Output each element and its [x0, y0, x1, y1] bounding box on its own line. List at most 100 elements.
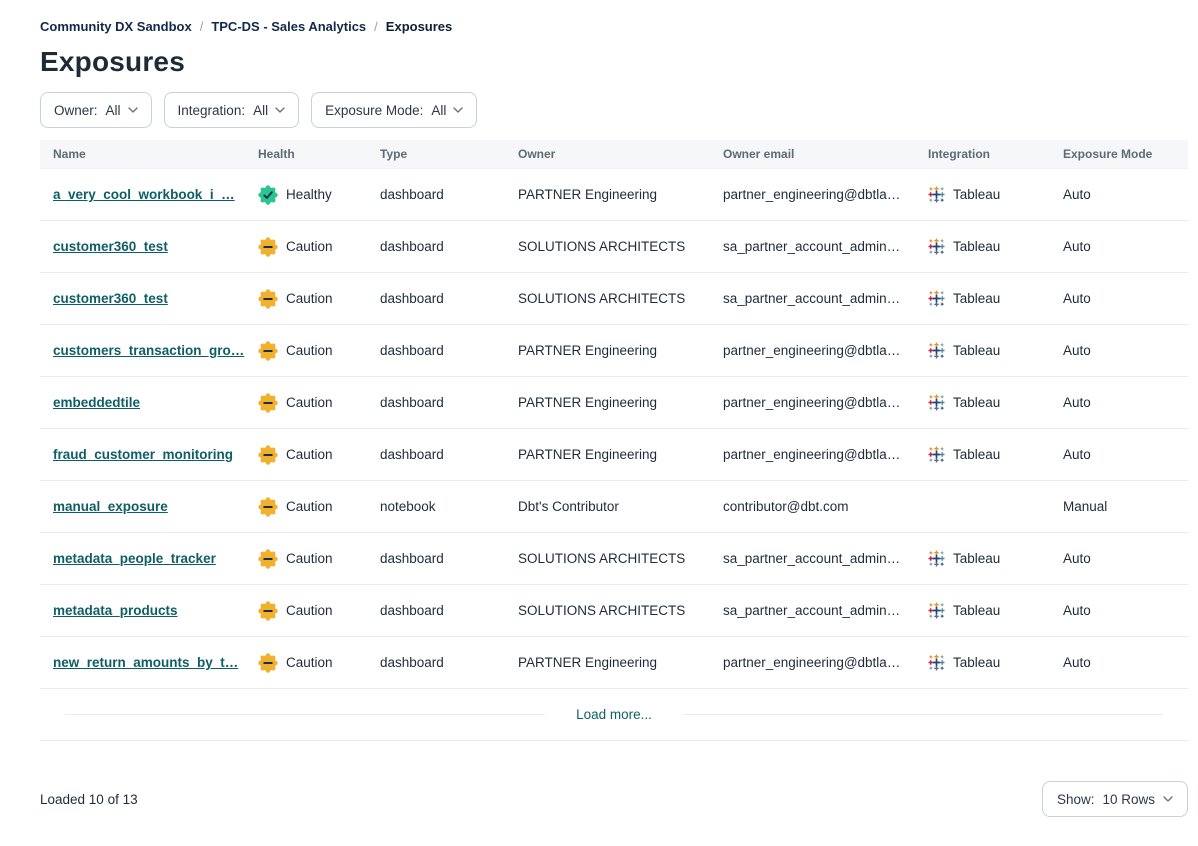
table-footer: Loaded 10 of 13 Show: 10 Rows	[40, 781, 1188, 817]
health-cell: Caution	[245, 549, 367, 569]
exposure-mode-cell: Auto	[1050, 187, 1188, 202]
show-rows-dropdown[interactable]: Show: 10 Rows	[1042, 781, 1188, 817]
column-header-exposure-mode: Exposure Mode	[1050, 147, 1188, 161]
health-cell: Caution	[245, 445, 367, 465]
health-status-label: Caution	[286, 239, 333, 254]
breadcrumb-separator: /	[200, 19, 204, 34]
owner-email-cell: partner_engineering@dbtla…	[710, 395, 915, 410]
integration-label: Tableau	[953, 239, 1000, 254]
exposure-name-link[interactable]: customers_transaction_gro…	[53, 343, 244, 358]
name-cell: fraud_customer_monitoring	[40, 447, 245, 462]
breadcrumb-environment[interactable]: TPC-DS - Sales Analytics	[211, 19, 366, 34]
tableau-icon	[928, 342, 945, 359]
integration-label: Tableau	[953, 447, 1000, 462]
caution-icon	[258, 393, 278, 413]
exposure-name-link[interactable]: new_return_amounts_by_t…	[53, 655, 238, 670]
table-row: metadata_products Caution dashboar	[40, 585, 1188, 637]
integration-cell: Tableau	[915, 290, 1050, 307]
exposure-mode-cell: Auto	[1050, 291, 1188, 306]
health-cell: Caution	[245, 237, 367, 257]
divider	[683, 714, 1163, 715]
exposure-name-link[interactable]: customer360_test	[53, 291, 168, 306]
integration-filter-dropdown[interactable]: Integration: All	[164, 92, 300, 128]
exposure-name-link[interactable]: metadata_products	[53, 603, 178, 618]
table-row: customer360_test Caution dashboard	[40, 273, 1188, 325]
exposure-name-link[interactable]: embeddedtile	[53, 395, 140, 410]
integration-cell: Tableau	[915, 394, 1050, 411]
health-status-label: Caution	[286, 655, 333, 670]
healthy-icon	[258, 185, 278, 205]
name-cell: customers_transaction_gro…	[40, 343, 245, 358]
exposure-name-link[interactable]: customer360_test	[53, 239, 168, 254]
owner-cell: PARTNER Engineering	[505, 395, 710, 410]
breadcrumb-project[interactable]: Community DX Sandbox	[40, 19, 192, 34]
name-cell: metadata_people_tracker	[40, 551, 245, 566]
health-status-label: Caution	[286, 395, 333, 410]
health-status-label: Caution	[286, 447, 333, 462]
type-cell: dashboard	[367, 551, 505, 566]
table-row: customers_transaction_gro… Caution	[40, 325, 1188, 377]
name-cell: new_return_amounts_by_t…	[40, 655, 245, 670]
owner-email-cell: sa_partner_account_admin…	[710, 291, 915, 306]
name-cell: manual_exposure	[40, 499, 245, 514]
caution-icon	[258, 601, 278, 621]
exposure-mode-cell: Manual	[1050, 499, 1188, 514]
owner-filter-dropdown[interactable]: Owner: All	[40, 92, 152, 128]
integration-label: Tableau	[953, 395, 1000, 410]
column-header-name: Name	[40, 147, 245, 161]
table-body: a_very_cool_workbook_i_… Healthy d	[40, 169, 1188, 689]
exposure-mode-cell: Auto	[1050, 395, 1188, 410]
page-title: Exposures	[40, 46, 1188, 78]
health-cell: Caution	[245, 497, 367, 517]
exposures-table: Name Health Type Owner Owner email Integ…	[40, 140, 1188, 741]
show-rows-label: Show:	[1057, 792, 1095, 807]
name-cell: embeddedtile	[40, 395, 245, 410]
integration-cell: Tableau	[915, 654, 1050, 671]
owner-email-cell: partner_engineering@dbtla…	[710, 447, 915, 462]
tableau-icon	[928, 654, 945, 671]
name-cell: metadata_products	[40, 603, 245, 618]
type-cell: dashboard	[367, 291, 505, 306]
exposure-mode-filter-dropdown[interactable]: Exposure Mode: All	[311, 92, 477, 128]
tableau-icon	[928, 186, 945, 203]
show-rows-value: 10 Rows	[1102, 792, 1155, 807]
exposures-page: Community DX Sandbox / TPC-DS - Sales An…	[40, 0, 1188, 817]
integration-label: Tableau	[953, 603, 1000, 618]
name-cell: customer360_test	[40, 291, 245, 306]
health-cell: Healthy	[245, 185, 367, 205]
exposure-name-link[interactable]: manual_exposure	[53, 499, 168, 514]
load-more-link[interactable]: Load more...	[570, 707, 658, 722]
integration-label: Tableau	[953, 551, 1000, 566]
owner-email-cell: sa_partner_account_admin…	[710, 551, 915, 566]
owner-cell: PARTNER Engineering	[505, 447, 710, 462]
health-status-label: Caution	[286, 343, 333, 358]
column-header-integration: Integration	[915, 147, 1050, 161]
owner-cell: PARTNER Engineering	[505, 655, 710, 670]
exposure-mode-cell: Auto	[1050, 551, 1188, 566]
column-header-health: Health	[245, 147, 367, 161]
table-row: manual_exposure Caution notebook	[40, 481, 1188, 533]
health-status-label: Caution	[286, 603, 333, 618]
type-cell: dashboard	[367, 447, 505, 462]
caution-icon	[258, 549, 278, 569]
exposure-mode-cell: Auto	[1050, 655, 1188, 670]
table-row: fraud_customer_monitoring Caution	[40, 429, 1188, 481]
column-header-type: Type	[367, 147, 505, 161]
integration-cell: Tableau	[915, 602, 1050, 619]
integration-label: Tableau	[953, 343, 1000, 358]
caution-icon	[258, 445, 278, 465]
table-row: metadata_people_tracker Caution da	[40, 533, 1188, 585]
type-cell: dashboard	[367, 239, 505, 254]
owner-email-cell: sa_partner_account_admin…	[710, 603, 915, 618]
column-header-owner-email: Owner email	[710, 147, 915, 161]
exposure-mode-filter-value: All	[431, 103, 446, 118]
exposure-mode-cell: Auto	[1050, 343, 1188, 358]
column-header-owner: Owner	[505, 147, 710, 161]
tableau-icon	[928, 290, 945, 307]
exposure-name-link[interactable]: fraud_customer_monitoring	[53, 447, 233, 462]
exposure-name-link[interactable]: a_very_cool_workbook_i_…	[53, 187, 235, 202]
exposure-name-link[interactable]: metadata_people_tracker	[53, 551, 216, 566]
caution-icon	[258, 497, 278, 517]
table-row: embeddedtile Caution dashboard	[40, 377, 1188, 429]
tableau-icon	[928, 550, 945, 567]
